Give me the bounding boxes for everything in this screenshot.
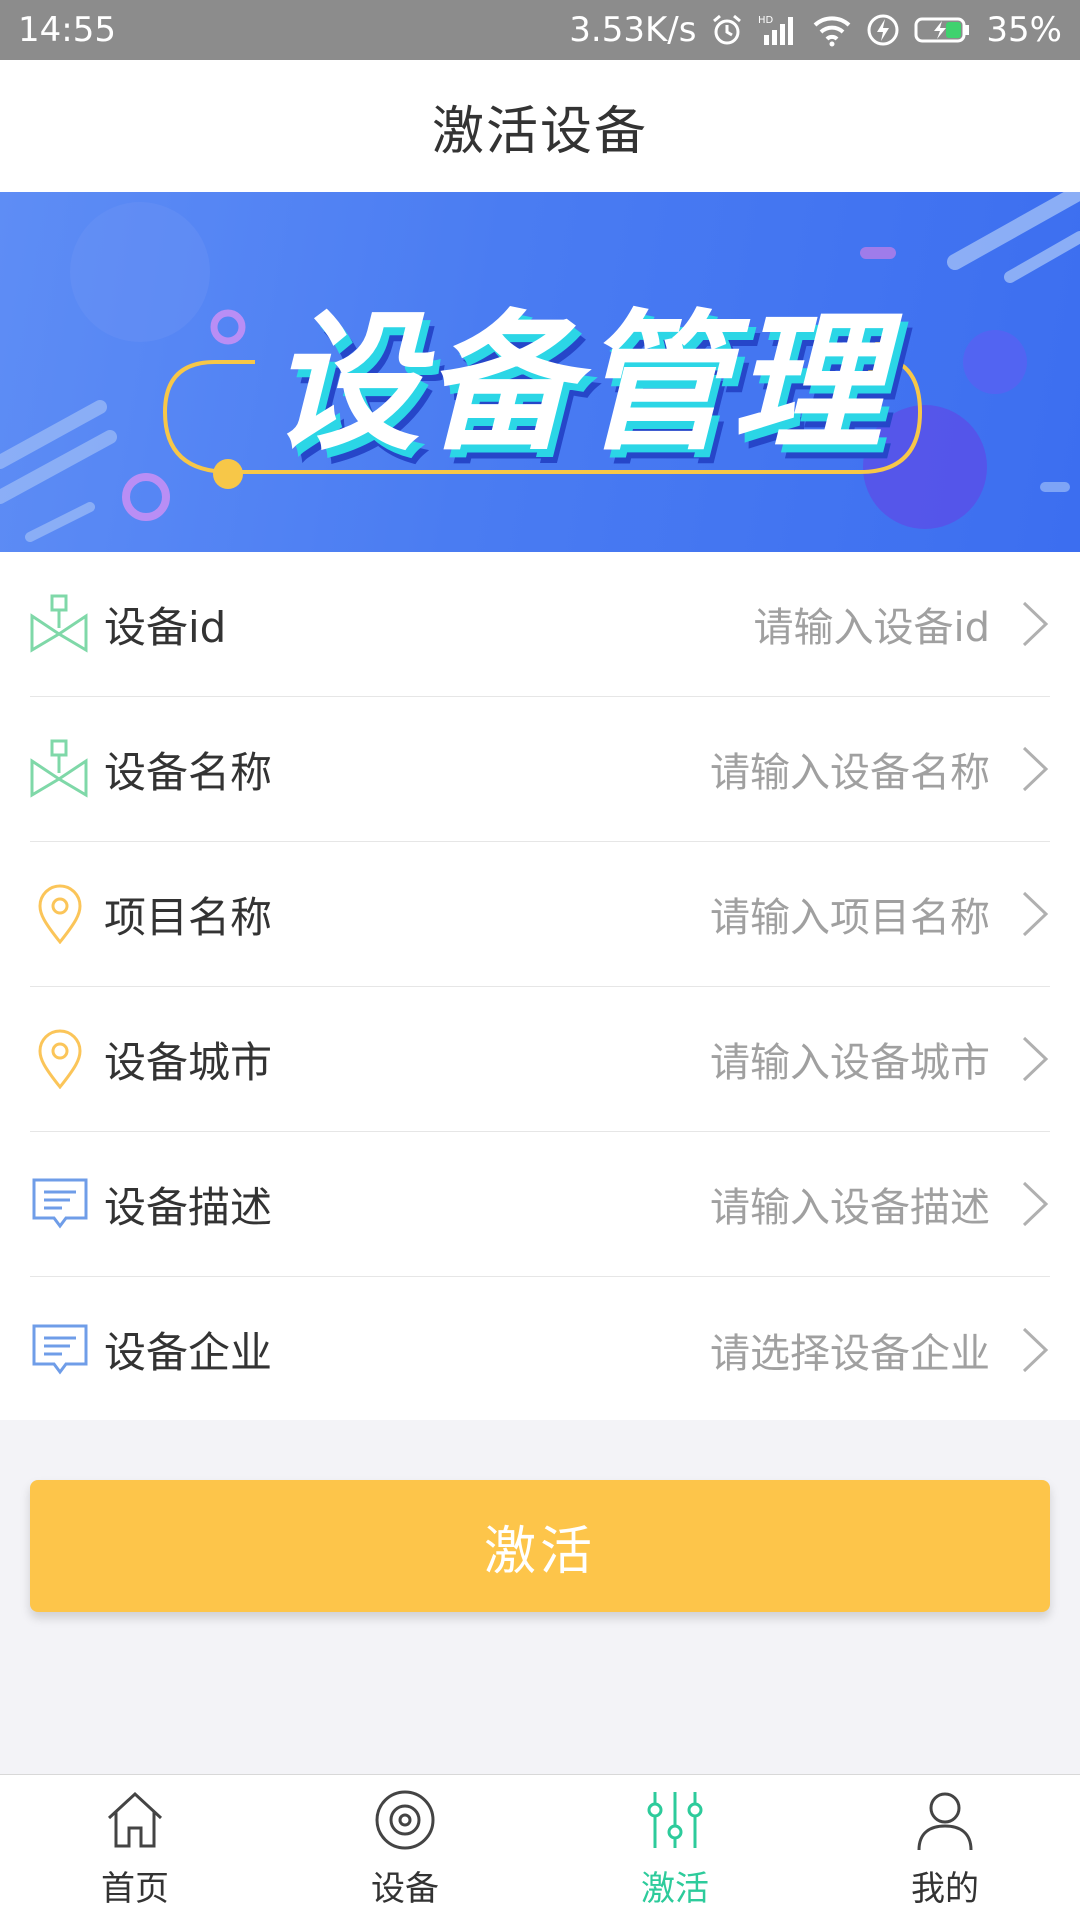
sliders-icon	[640, 1785, 710, 1855]
row-label: 设备城市	[104, 1037, 273, 1087]
nav-label: 激活	[641, 1869, 709, 1909]
chevron-right-icon	[990, 739, 1050, 799]
row-device-company[interactable]: 设备企业 请选择设备企业	[30, 1277, 1050, 1422]
device-city-input[interactable]: 请输入设备城市	[710, 1030, 990, 1088]
chevron-right-icon	[990, 884, 1050, 944]
chevron-right-icon	[990, 1320, 1050, 1380]
row-project-name[interactable]: 项目名称 请输入项目名称	[30, 842, 1050, 987]
battery-percent: 35%	[986, 10, 1062, 50]
activate-button[interactable]: 激活	[30, 1480, 1050, 1612]
chevron-right-icon	[990, 1174, 1050, 1234]
nav-label: 我的	[911, 1869, 979, 1909]
project-name-input[interactable]: 请输入项目名称	[710, 885, 990, 943]
device-icon	[30, 739, 90, 799]
location-pin-icon	[30, 1029, 90, 1089]
chevron-right-icon	[990, 594, 1050, 654]
nav-label: 设备	[371, 1869, 439, 1909]
status-bar: 14:55 3.53K/s HD 35%	[0, 0, 1080, 60]
row-device-name[interactable]: 设备名称 请输入设备名称	[30, 697, 1050, 842]
row-device-description[interactable]: 设备描述 请输入设备描述	[30, 1132, 1050, 1277]
home-icon	[100, 1785, 170, 1855]
charging-icon	[866, 13, 900, 47]
status-time: 14:55	[18, 10, 116, 50]
hd-signal-icon: HD	[758, 13, 798, 47]
battery-icon	[914, 13, 972, 47]
device-name-input[interactable]: 请输入设备名称	[710, 740, 990, 798]
row-device-city[interactable]: 设备城市 请输入设备城市	[30, 987, 1050, 1132]
nav-item-mine[interactable]: 我的	[810, 1775, 1080, 1920]
alarm-icon	[710, 13, 744, 47]
device-description-input[interactable]: 请输入设备描述	[710, 1175, 990, 1233]
header: 激活设备	[0, 60, 1080, 192]
device-icon	[30, 594, 90, 654]
nav-item-home[interactable]: 首页	[0, 1775, 270, 1920]
row-label: 项目名称	[104, 892, 273, 942]
nav-item-device[interactable]: 设备	[270, 1775, 540, 1920]
wifi-icon	[812, 13, 852, 47]
message-icon	[30, 1320, 90, 1380]
user-icon	[910, 1785, 980, 1855]
device-company-select[interactable]: 请选择设备企业	[710, 1321, 990, 1379]
svg-text:HD: HD	[758, 15, 774, 26]
device-id-input[interactable]: 请输入设备id	[753, 595, 990, 653]
form-list: 设备id 请输入设备id 设备名称 请输入设备名称 项目名称 请输入项目名称 设…	[0, 552, 1080, 1420]
location-pin-icon	[30, 884, 90, 944]
banner-title: 设备管理	[270, 297, 887, 471]
nav-item-activate[interactable]: 激活	[540, 1775, 810, 1920]
row-device-id[interactable]: 设备id 请输入设备id	[30, 552, 1050, 697]
row-label: 设备名称	[104, 747, 273, 797]
row-label: 设备id	[104, 602, 227, 652]
status-right: 3.53K/s HD 35%	[569, 10, 1062, 50]
banner: 设备管理	[0, 192, 1080, 552]
network-speed: 3.53K/s	[569, 10, 697, 50]
message-icon	[30, 1174, 90, 1234]
row-label: 设备描述	[104, 1182, 273, 1232]
chevron-right-icon	[990, 1029, 1050, 1089]
bottom-nav: 首页 设备 激活 我的	[0, 1774, 1080, 1920]
device-circle-icon	[370, 1785, 440, 1855]
page-title: 激活设备	[431, 101, 648, 162]
nav-label: 首页	[101, 1869, 169, 1909]
row-label: 设备企业	[104, 1328, 273, 1377]
